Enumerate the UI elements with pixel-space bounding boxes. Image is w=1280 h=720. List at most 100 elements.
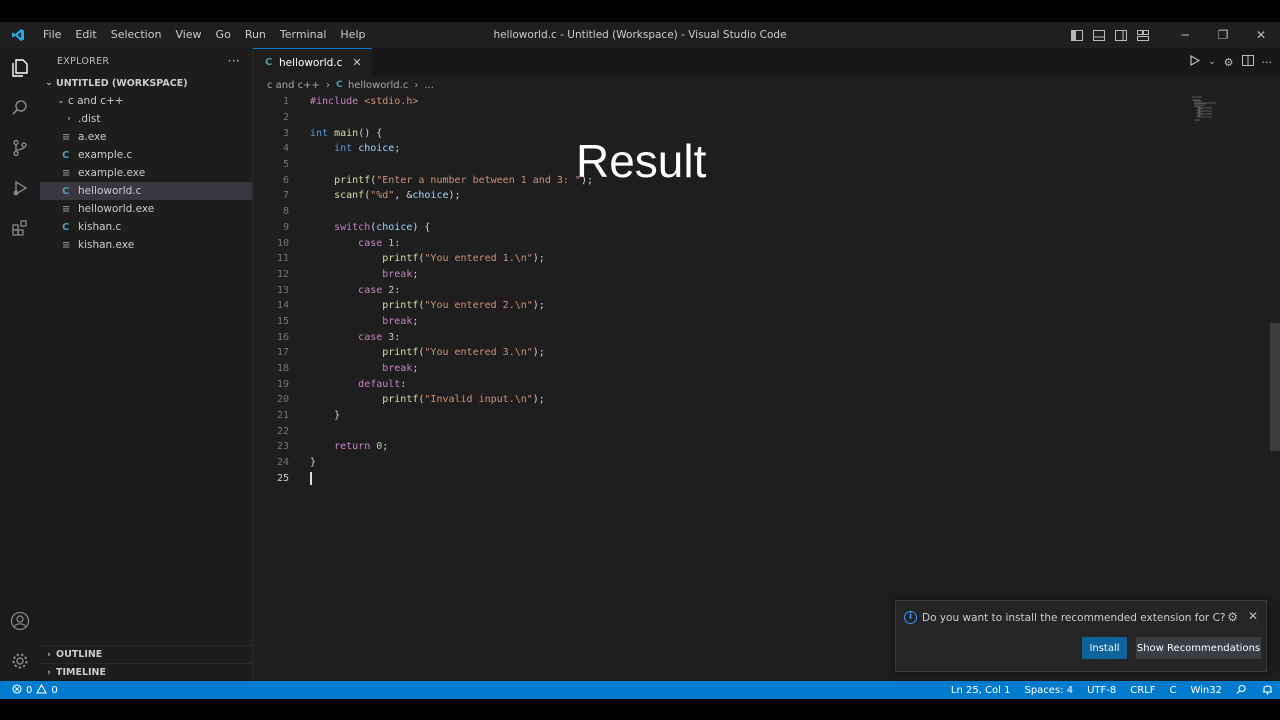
accounts-icon[interactable] — [0, 601, 40, 641]
text-cursor — [310, 471, 312, 485]
menu-bar: File Edit Selection View Go Run Terminal Help — [36, 22, 372, 48]
line-number: 2 — [282, 112, 289, 124]
notification-close-icon[interactable]: ✕ — [1248, 609, 1258, 623]
notifications-bell-icon[interactable] — [1255, 683, 1280, 698]
line-number: 15 — [276, 315, 289, 327]
code-line: 19 default: — [253, 376, 1193, 392]
code-text: break; — [382, 363, 419, 375]
customize-layout-icon[interactable] — [1132, 22, 1154, 48]
code-line: 5 — [253, 157, 1193, 173]
close-tab-icon[interactable]: ✕ — [352, 56, 361, 69]
tabs-bar: C helloworld.c ✕ ⌄ ⚙ ··· — [253, 48, 1280, 76]
code-text: printf("Invalid input.\n"); — [382, 394, 545, 406]
minimize-icon[interactable]: ─ — [1166, 22, 1204, 48]
explorer-icon[interactable] — [0, 48, 40, 88]
close-window-icon[interactable]: ✕ — [1242, 22, 1280, 48]
chevron-down-icon[interactable]: ⌄ — [1208, 57, 1216, 67]
run-debug-icon[interactable] — [0, 168, 40, 208]
search-icon[interactable] — [0, 88, 40, 128]
c-file-icon: C — [335, 80, 343, 90]
cursor-position[interactable]: Ln 25, Col 1 — [944, 685, 1018, 696]
toggle-panel-icon[interactable] — [1088, 22, 1110, 48]
run-play-icon[interactable] — [1190, 54, 1201, 69]
split-editor-icon[interactable] — [1241, 55, 1254, 69]
minimap[interactable] — [1190, 96, 1220, 122]
code-text: } — [310, 457, 317, 469]
line-number: 4 — [282, 143, 289, 155]
menu-terminal[interactable]: Terminal — [273, 22, 334, 48]
chevron-down-icon: ⌄ — [57, 96, 65, 106]
explorer-item-label: helloworld.exe — [78, 203, 155, 215]
tab-helloworld-c[interactable]: C helloworld.c ✕ — [253, 48, 372, 76]
restore-icon[interactable]: ❐ — [1204, 22, 1242, 48]
explorer-item[interactable]: Ckishan.c — [40, 218, 252, 236]
menu-view[interactable]: View — [168, 22, 208, 48]
vscode-logo-icon — [0, 28, 36, 42]
notification-settings-gear-icon[interactable]: ⚙ — [1227, 610, 1238, 624]
explorer-item[interactable]: ≡ kishan.exe — [40, 236, 252, 254]
menu-help[interactable]: Help — [333, 22, 372, 48]
end-of-line[interactable]: CRLF — [1123, 685, 1162, 696]
menu-run[interactable]: Run — [238, 22, 273, 48]
platform[interactable]: Win32 — [1183, 685, 1229, 696]
line-number: 19 — [276, 378, 289, 390]
code-editor[interactable]: 1 #include <stdio.h> 2 3 int main() {4 int c… — [253, 94, 1193, 486]
menu-edit[interactable]: Edit — [68, 22, 103, 48]
breadcrumb-symbol[interactable]: ... — [424, 80, 434, 91]
code-line: 2 — [253, 110, 1193, 126]
result-overlay-text: Result — [576, 135, 707, 187]
settings-gear-icon[interactable]: ⚙ — [1224, 56, 1234, 69]
extensions-icon[interactable] — [0, 208, 40, 248]
more-actions-icon[interactable]: ··· — [1262, 56, 1273, 69]
toggle-sidebar-icon[interactable] — [1066, 22, 1088, 48]
c-file-icon: C — [62, 221, 70, 233]
menu-selection[interactable]: Selection — [104, 22, 169, 48]
indentation[interactable]: Spaces: 4 — [1017, 685, 1080, 696]
install-button[interactable]: Install — [1082, 637, 1127, 659]
explorer-item[interactable]: ≡ example.exe — [40, 164, 252, 182]
chevron-right-icon: › — [47, 649, 51, 660]
tab-label: helloworld.c — [279, 56, 343, 69]
breadcrumb: c and c++ › C helloworld.c › ... — [253, 76, 1280, 94]
toggle-secondary-sidebar-icon[interactable] — [1110, 22, 1132, 48]
language-mode[interactable]: C — [1163, 685, 1184, 696]
manage-gear-icon[interactable] — [0, 641, 40, 681]
line-number: 12 — [276, 268, 289, 280]
problems-indicator[interactable]: 0 0 — [0, 683, 58, 697]
chevron-right-icon: › — [67, 114, 71, 124]
explorer-item[interactable]: › .dist — [40, 110, 252, 128]
notification-message: Do you want to install the recommended e… — [922, 612, 1226, 624]
explorer-title: EXPLORER — [57, 55, 110, 67]
line-number: 9 — [282, 221, 289, 233]
feedback-icon[interactable] — [1229, 683, 1255, 697]
line-number: 8 — [282, 206, 289, 218]
explorer-item[interactable]: ≡ helloworld.exe — [40, 200, 252, 218]
video-letterbox-bottom — [0, 699, 1280, 720]
line-number: 7 — [282, 190, 289, 202]
show-recommendations-button[interactable]: Show Recommendations — [1136, 637, 1261, 659]
explorer-item[interactable]: Cexample.c — [40, 146, 252, 164]
explorer-item[interactable]: ≡ a.exe — [40, 128, 252, 146]
breadcrumb-file[interactable]: helloworld.c — [348, 80, 408, 91]
line-number: 24 — [276, 457, 289, 469]
code-line: 21 } — [253, 408, 1193, 424]
outline-section[interactable]: › OUTLINE — [40, 645, 253, 663]
editor-area: C helloworld.c ✕ ⌄ ⚙ ··· c and c++ › C h… — [253, 48, 1280, 681]
menu-file[interactable]: File — [36, 22, 68, 48]
encoding[interactable]: UTF-8 — [1080, 685, 1123, 696]
explorer-item-label: helloworld.c — [78, 185, 142, 197]
menu-go[interactable]: Go — [209, 22, 238, 48]
chevron-right-icon: › — [414, 79, 419, 91]
workspace-section[interactable]: ⌄ UNTITLED (WORKSPACE) — [40, 74, 252, 92]
more-actions-icon[interactable]: ··· — [228, 54, 240, 68]
line-number: 21 — [276, 410, 289, 422]
timeline-section[interactable]: › TIMELINE — [40, 663, 253, 681]
status-bar: 0 0 Ln 25, Col 1 Spaces: 4 UTF-8 CRLF C … — [0, 681, 1280, 699]
code-text: return 0; — [334, 441, 389, 453]
explorer-item[interactable]: Chelloworld.c — [40, 182, 252, 200]
folder-c-and-cpp[interactable]: ⌄ c and c++ — [40, 92, 252, 110]
breadcrumb-folder[interactable]: c and c++ — [267, 80, 320, 91]
source-control-icon[interactable] — [0, 128, 40, 168]
code-line: 1 #include <stdio.h> — [253, 94, 1193, 110]
scrollbar-thumb[interactable] — [1270, 323, 1280, 451]
